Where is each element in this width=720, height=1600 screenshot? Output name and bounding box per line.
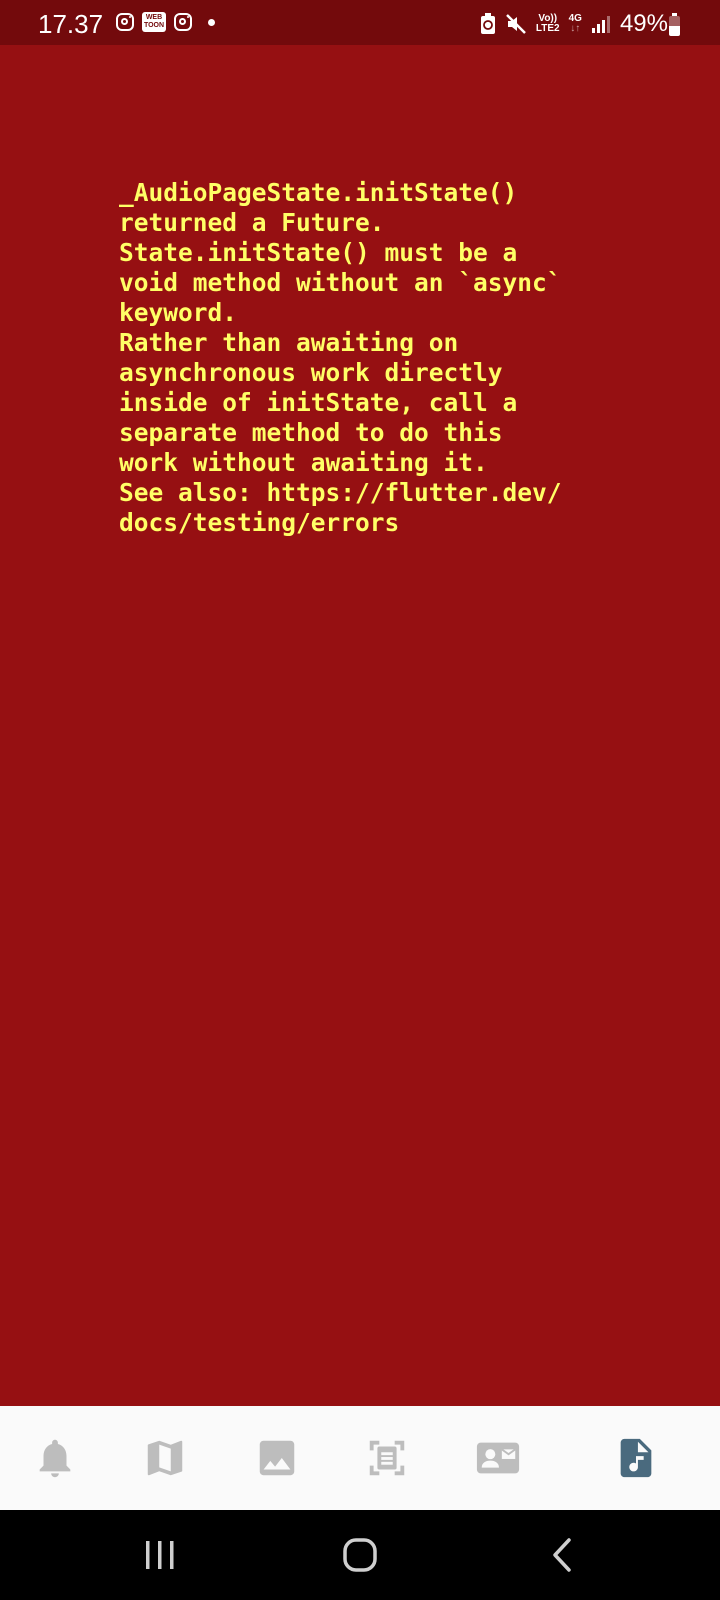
volte-indicator: Vo)) LTE2: [536, 14, 560, 34]
back-button[interactable]: [532, 1530, 592, 1580]
notification-icons: WEB TOON: [116, 12, 215, 32]
system-navigation-bar: [0, 1510, 720, 1600]
audio-file-icon: [620, 1438, 652, 1478]
bottom-navigation-bar: [0, 1406, 720, 1510]
map-icon: [147, 1440, 183, 1476]
bell-icon: [39, 1439, 71, 1478]
battery-percent: 49%: [619, 10, 668, 37]
webtoon-label-top: WEB: [145, 14, 163, 21]
error-message: _AudioPageState.initState() returned a F…: [119, 178, 562, 537]
status-bar: 17.37 WEB TOON Vo)) LTE2 4G ↓↑ 49%: [0, 0, 720, 45]
instagram-icon: [116, 13, 134, 31]
recent-apps-button[interactable]: [130, 1530, 190, 1580]
nav-item-scan[interactable]: [337, 1406, 437, 1510]
webtoon-icon: WEB TOON: [142, 12, 166, 32]
battery-icon: [669, 13, 680, 36]
status-time: 17.37: [38, 9, 104, 39]
home-icon: [343, 1538, 377, 1572]
signal-icon: [591, 16, 610, 33]
document-scan-icon: [369, 1440, 405, 1476]
status-right-icons: Vo)) LTE2 4G ↓↑ 49%: [480, 10, 668, 38]
nav-item-audio[interactable]: [586, 1406, 686, 1510]
nav-item-notifications[interactable]: [5, 1406, 105, 1510]
network-label-bottom: ↓↑: [570, 23, 581, 34]
home-button[interactable]: [330, 1530, 390, 1580]
recent-apps-icon: [146, 1541, 174, 1569]
mute-icon: [506, 14, 526, 34]
more-notifications-dot-icon: [208, 18, 215, 26]
battery-saver-icon: [480, 13, 495, 34]
nav-item-gallery[interactable]: [227, 1406, 327, 1510]
nav-item-map[interactable]: [115, 1406, 215, 1510]
instagram-icon: [174, 13, 192, 31]
contact-card-icon: [476, 1442, 520, 1474]
back-icon: [553, 1538, 571, 1572]
webtoon-label-bottom: TOON: [143, 22, 165, 29]
network-type-indicator: 4G ↓↑: [569, 14, 582, 34]
nav-item-contact[interactable]: [448, 1406, 548, 1510]
volte-label-bottom: LTE2: [535, 23, 560, 34]
image-icon: [259, 1440, 295, 1476]
